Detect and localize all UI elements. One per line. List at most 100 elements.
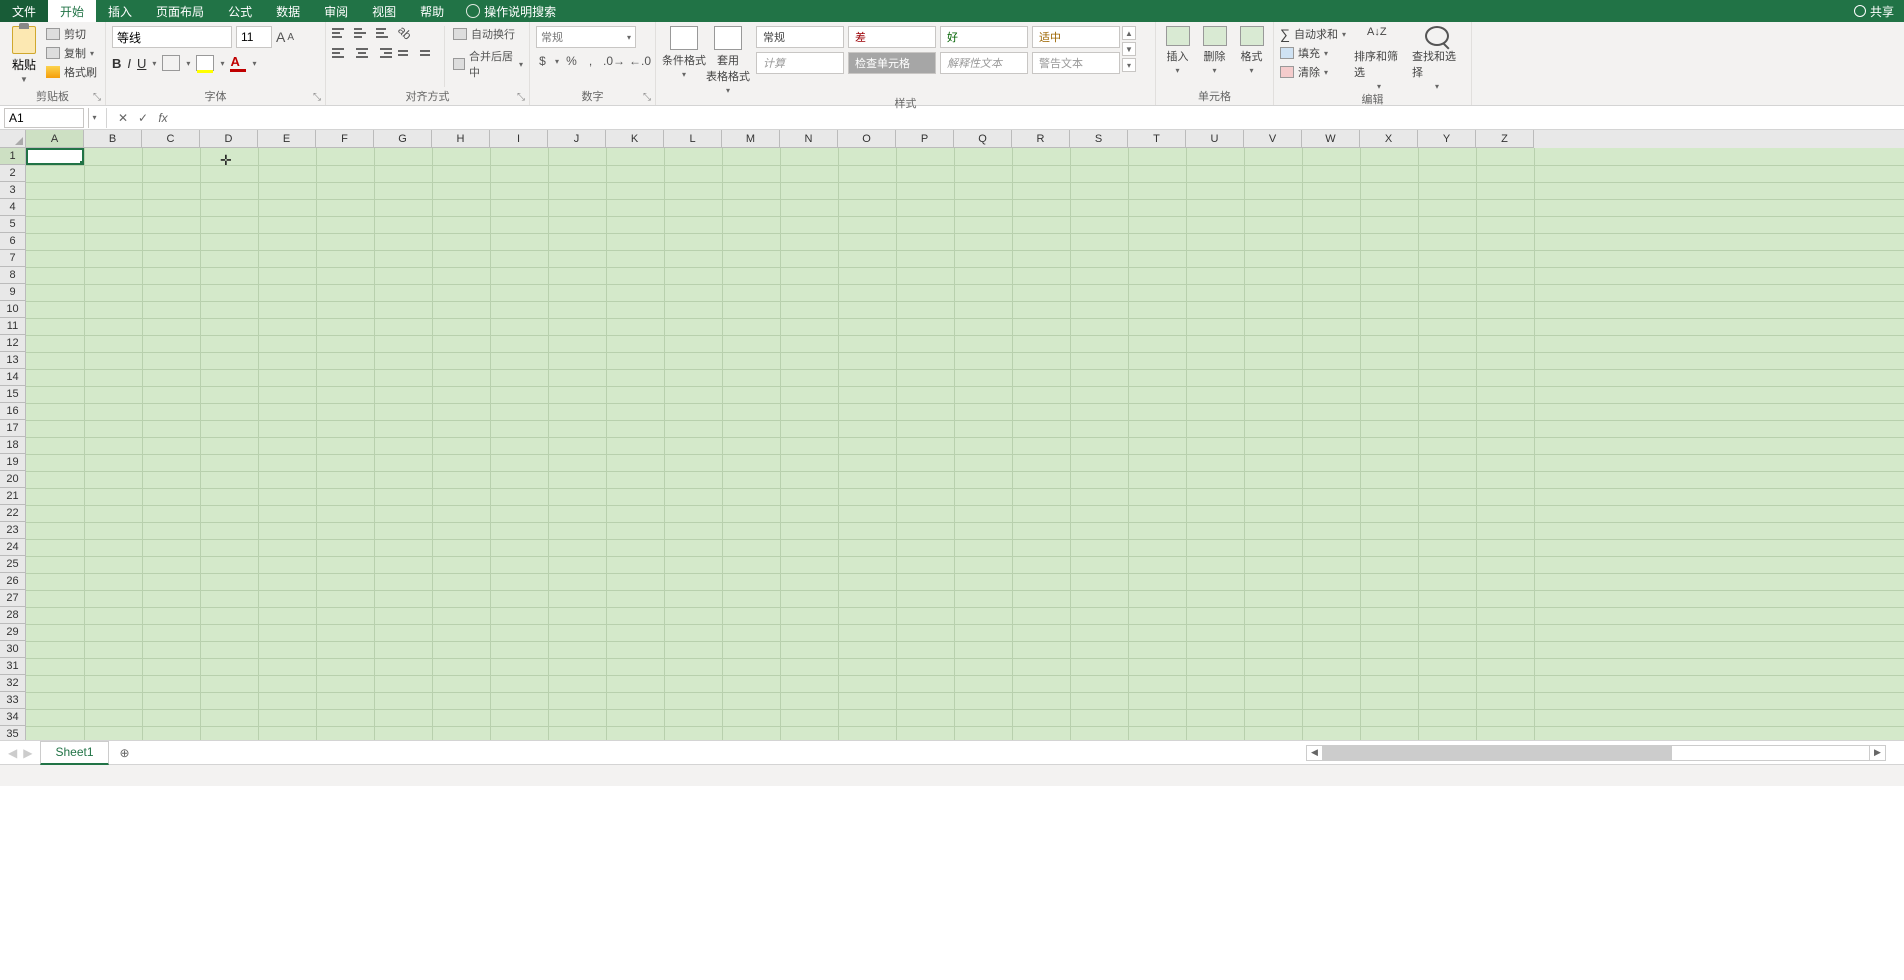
col-header-Y[interactable]: Y: [1418, 130, 1476, 148]
row-header-32[interactable]: 32: [0, 675, 26, 692]
select-all-button[interactable]: [0, 130, 26, 148]
row-header-24[interactable]: 24: [0, 539, 26, 556]
scroll-track[interactable]: [1323, 746, 1869, 760]
row-header-1[interactable]: 1: [0, 148, 26, 165]
row-header-19[interactable]: 19: [0, 454, 26, 471]
insert-function-button[interactable]: fx: [153, 111, 173, 125]
row-header-25[interactable]: 25: [0, 556, 26, 573]
format-painter-button[interactable]: 格式刷: [46, 64, 97, 80]
active-cell[interactable]: [26, 148, 84, 165]
row-header-4[interactable]: 4: [0, 199, 26, 216]
conditional-formatting-button[interactable]: 条件格式 ▾: [662, 26, 706, 95]
row-header-34[interactable]: 34: [0, 709, 26, 726]
comma-format-button[interactable]: ,: [584, 54, 597, 68]
paste-button[interactable]: 粘贴 ▼: [6, 26, 42, 87]
format-as-table-button[interactable]: 套用 表格格式 ▾: [706, 26, 750, 95]
styles-more-button[interactable]: ▾: [1122, 58, 1136, 72]
col-header-G[interactable]: G: [374, 130, 432, 148]
style-normal[interactable]: 常规: [756, 26, 844, 48]
row-header-31[interactable]: 31: [0, 658, 26, 675]
scroll-thumb[interactable]: [1323, 746, 1672, 760]
row-header-15[interactable]: 15: [0, 386, 26, 403]
row-header-2[interactable]: 2: [0, 165, 26, 182]
clipboard-launcher[interactable]: ⤡: [91, 91, 103, 103]
col-header-V[interactable]: V: [1244, 130, 1302, 148]
cut-button[interactable]: 剪切: [46, 26, 97, 42]
col-header-A[interactable]: A: [26, 130, 84, 148]
row-headers[interactable]: 1234567891011121314151617181920212223242…: [0, 148, 26, 740]
row-header-11[interactable]: 11: [0, 318, 26, 335]
italic-button[interactable]: I: [127, 56, 131, 71]
col-header-C[interactable]: C: [142, 130, 200, 148]
format-cells-button[interactable]: 格式 ▾: [1236, 26, 1267, 87]
sort-filter-button[interactable]: A↓Z 排序和筛选 ▾: [1354, 26, 1404, 91]
row-header-29[interactable]: 29: [0, 624, 26, 641]
menu-data[interactable]: 数据: [264, 0, 312, 22]
font-name-select[interactable]: [112, 26, 232, 48]
column-headers[interactable]: ABCDEFGHIJKLMNOPQRSTUVWXYZ: [26, 130, 1904, 148]
style-neutral[interactable]: 适中: [1032, 26, 1120, 48]
col-header-J[interactable]: J: [548, 130, 606, 148]
row-header-9[interactable]: 9: [0, 284, 26, 301]
style-calculation[interactable]: 计算: [756, 52, 844, 74]
style-bad[interactable]: 差: [848, 26, 936, 48]
menu-help[interactable]: 帮助: [408, 0, 456, 22]
row-header-33[interactable]: 33: [0, 692, 26, 709]
autosum-button[interactable]: ∑ 自动求和 ▾: [1280, 26, 1346, 42]
decrease-font-button[interactable]: A: [287, 32, 294, 43]
col-header-X[interactable]: X: [1360, 130, 1418, 148]
tab-scroll-left[interactable]: ◀: [8, 746, 17, 760]
alignment-launcher[interactable]: ⤡: [515, 91, 527, 103]
font-color-button[interactable]: A: [230, 54, 246, 72]
increase-indent-button[interactable]: [420, 46, 436, 60]
col-header-U[interactable]: U: [1186, 130, 1244, 148]
col-header-N[interactable]: N: [780, 130, 838, 148]
menu-review[interactable]: 审阅: [312, 0, 360, 22]
worksheet-grid[interactable]: ABCDEFGHIJKLMNOPQRSTUVWXYZ 1234567891011…: [0, 130, 1904, 740]
align-center-button[interactable]: [354, 46, 370, 60]
enter-formula-button[interactable]: ✓: [133, 111, 153, 125]
style-good[interactable]: 好: [940, 26, 1028, 48]
menu-home[interactable]: 开始: [48, 0, 96, 22]
col-header-I[interactable]: I: [490, 130, 548, 148]
number-format-select[interactable]: 常规 ▾: [536, 26, 636, 48]
align-middle-button[interactable]: [354, 26, 370, 40]
copy-button[interactable]: 复制 ▾: [46, 45, 97, 61]
decrease-decimal-button[interactable]: ←.0: [629, 54, 649, 68]
styles-down-button[interactable]: ▼: [1122, 42, 1136, 56]
name-box-dropdown[interactable]: ▾: [88, 108, 100, 128]
col-header-P[interactable]: P: [896, 130, 954, 148]
col-header-L[interactable]: L: [664, 130, 722, 148]
col-header-S[interactable]: S: [1070, 130, 1128, 148]
row-header-17[interactable]: 17: [0, 420, 26, 437]
row-header-30[interactable]: 30: [0, 641, 26, 658]
col-header-T[interactable]: T: [1128, 130, 1186, 148]
row-header-20[interactable]: 20: [0, 471, 26, 488]
align-right-button[interactable]: [376, 46, 392, 60]
align-left-button[interactable]: [332, 46, 348, 60]
col-header-W[interactable]: W: [1302, 130, 1360, 148]
row-header-22[interactable]: 22: [0, 505, 26, 522]
align-bottom-button[interactable]: [376, 26, 392, 40]
menu-view[interactable]: 视图: [360, 0, 408, 22]
col-header-O[interactable]: O: [838, 130, 896, 148]
increase-font-button[interactable]: A: [276, 29, 285, 45]
insert-cells-button[interactable]: 插入 ▾: [1162, 26, 1193, 87]
borders-button[interactable]: [162, 55, 180, 71]
styles-up-button[interactable]: ▲: [1122, 26, 1136, 40]
clear-button[interactable]: 清除 ▾: [1280, 64, 1346, 80]
row-header-8[interactable]: 8: [0, 267, 26, 284]
sheet-tab-sheet1[interactable]: Sheet1: [40, 741, 108, 765]
row-header-18[interactable]: 18: [0, 437, 26, 454]
row-header-27[interactable]: 27: [0, 590, 26, 607]
tell-me-search[interactable]: 操作说明搜索: [456, 3, 556, 20]
number-launcher[interactable]: ⤡: [641, 91, 653, 103]
col-header-K[interactable]: K: [606, 130, 664, 148]
row-header-35[interactable]: 35: [0, 726, 26, 740]
row-header-26[interactable]: 26: [0, 573, 26, 590]
name-box[interactable]: A1: [4, 108, 84, 128]
menu-file[interactable]: 文件: [0, 0, 48, 22]
style-explanatory[interactable]: 解释性文本: [940, 52, 1028, 74]
merge-center-button[interactable]: 合并后居中 ▾: [453, 48, 523, 80]
row-header-6[interactable]: 6: [0, 233, 26, 250]
